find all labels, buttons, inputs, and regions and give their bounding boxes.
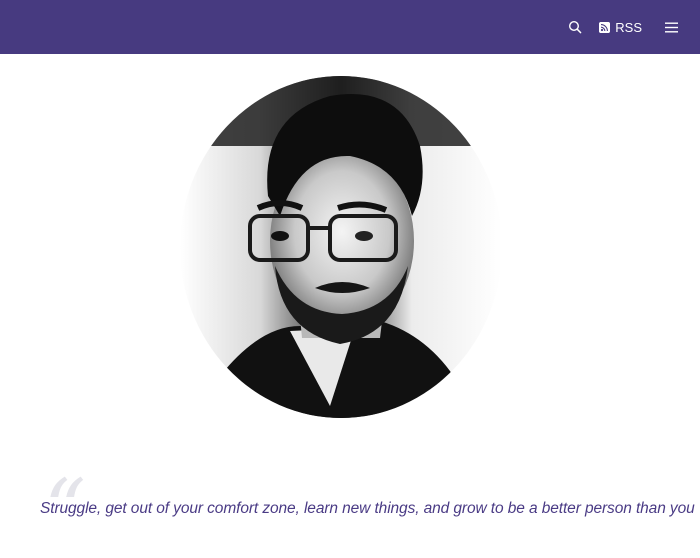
- hamburger-menu-icon: [664, 22, 678, 32]
- search-button[interactable]: [567, 19, 583, 35]
- header-actions: RSS: [567, 0, 678, 54]
- profile-photo: [180, 76, 502, 418]
- rss-icon: [599, 21, 611, 33]
- rss-label: RSS: [615, 19, 642, 35]
- rss-link[interactable]: RSS: [599, 20, 642, 35]
- menu-button[interactable]: [664, 20, 678, 34]
- profile-photo-image: [180, 76, 502, 418]
- search-icon: [569, 20, 582, 34]
- site-header: RSS: [0, 0, 700, 54]
- quote-text: Struggle, get out of your comfort zone, …: [40, 500, 695, 517]
